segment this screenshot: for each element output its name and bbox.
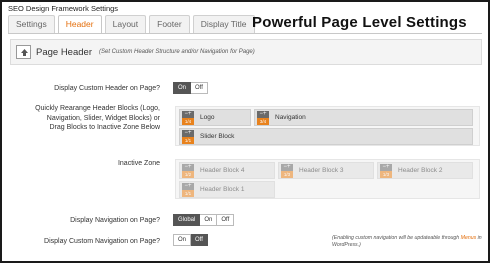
block-fraction: 1/4 bbox=[182, 118, 194, 125]
custom-header-on-button[interactable]: On bbox=[173, 82, 192, 94]
block-label: Navigation bbox=[275, 114, 306, 121]
promo-heading: Powerful Page Level Settings bbox=[252, 14, 467, 31]
inactive-zone: −+ 1/2 Header Block 4 −+ 1/3 Header Bloc… bbox=[175, 159, 480, 199]
section-subtitle: (Set Custom Header Structure and/or Navi… bbox=[99, 49, 255, 55]
custom-navigation-label: Display Custom Navigation on Page? bbox=[44, 238, 160, 245]
block-fraction: 1/1 bbox=[182, 137, 194, 144]
inactive-header-block-3[interactable]: −+ 1/3 Header Block 3 bbox=[278, 162, 374, 179]
block-label: Header Block 3 bbox=[299, 167, 344, 174]
window-title: SEO Design Framework Settings bbox=[8, 4, 119, 13]
header-block-slider[interactable]: −+ 1/1 Slider Block bbox=[179, 128, 473, 145]
navigation-on-button[interactable]: On bbox=[200, 214, 218, 226]
resize-control[interactable]: −+ bbox=[380, 164, 392, 171]
resize-control[interactable]: −+ bbox=[182, 164, 194, 171]
block-label: Slider Block bbox=[200, 133, 235, 140]
custom-navigation-note: (Enabling custom navigation will be upda… bbox=[332, 235, 482, 248]
block-size-badge: −+ 1/2 bbox=[182, 164, 194, 178]
resize-control[interactable]: −+ bbox=[281, 164, 293, 171]
inactive-header-block-2[interactable]: −+ 1/3 Header Block 2 bbox=[377, 162, 473, 179]
tab-layout[interactable]: Layout bbox=[104, 15, 147, 33]
display-navigation-toggle: Global On Off bbox=[173, 214, 235, 226]
tab-bar: Settings Header Layout Footer Display Ti… bbox=[8, 15, 258, 34]
block-size-badge: −+ 1/1 bbox=[182, 130, 194, 144]
resize-control[interactable]: −+ bbox=[182, 130, 194, 137]
display-navigation-label: Display Navigation on Page? bbox=[70, 217, 160, 224]
block-size-badge: −+ 1/3 bbox=[281, 164, 293, 178]
block-fraction: 3/4 bbox=[257, 118, 269, 125]
tab-settings[interactable]: Settings bbox=[8, 15, 55, 33]
block-size-badge: −+ 3/4 bbox=[257, 111, 269, 125]
block-label: Logo bbox=[200, 114, 215, 121]
navigation-off-button[interactable]: Off bbox=[217, 214, 235, 226]
block-fraction: 1/1 bbox=[182, 190, 194, 197]
header-block-logo[interactable]: −+ 1/4 Logo bbox=[179, 109, 251, 126]
inactive-header-block-1[interactable]: −+ 1/1 Header Block 1 bbox=[179, 181, 275, 198]
custom-navigation-off-button[interactable]: Off bbox=[191, 234, 208, 246]
block-fraction: 1/2 bbox=[182, 171, 194, 178]
block-label: Header Block 1 bbox=[200, 186, 245, 193]
block-label: Header Block 4 bbox=[200, 167, 245, 174]
upload-icon bbox=[16, 45, 31, 59]
section-header: Page Header (Set Custom Header Structure… bbox=[10, 39, 482, 65]
resize-control[interactable]: −+ bbox=[182, 111, 194, 118]
custom-header-label: Display Custom Header on Page? bbox=[54, 85, 160, 92]
tab-display-title[interactable]: Display Title bbox=[192, 15, 255, 33]
header-block-navigation[interactable]: −+ 3/4 Navigation bbox=[254, 109, 473, 126]
tab-header[interactable]: Header bbox=[57, 15, 102, 34]
block-size-badge: −+ 1/1 bbox=[182, 183, 194, 197]
rearrange-label: Quickly Rearange Header Blocks (Logo, Na… bbox=[35, 105, 160, 131]
inactive-header-block-4[interactable]: −+ 1/2 Header Block 4 bbox=[179, 162, 275, 179]
menus-link[interactable]: Menus bbox=[461, 235, 477, 241]
resize-control[interactable]: −+ bbox=[182, 183, 194, 190]
block-fraction: 1/3 bbox=[380, 171, 392, 178]
resize-control[interactable]: −+ bbox=[257, 111, 269, 118]
custom-header-toggle: On Off bbox=[173, 82, 208, 94]
custom-navigation-toggle: On Off bbox=[173, 234, 208, 246]
block-size-badge: −+ 1/3 bbox=[380, 164, 392, 178]
section-title: Page Header bbox=[36, 47, 92, 58]
settings-window: SEO Design Framework Settings Settings H… bbox=[0, 0, 490, 263]
block-fraction: 1/3 bbox=[281, 171, 293, 178]
active-zone: −+ 1/4 Logo −+ 3/4 Navigation −+ 1/1 Sli… bbox=[175, 106, 480, 146]
tab-footer[interactable]: Footer bbox=[149, 15, 190, 33]
navigation-global-button[interactable]: Global bbox=[173, 214, 201, 226]
block-label: Header Block 2 bbox=[398, 167, 443, 174]
custom-header-off-button[interactable]: Off bbox=[191, 82, 208, 94]
custom-navigation-on-button[interactable]: On bbox=[173, 234, 192, 246]
inactive-zone-label: Inactive Zone bbox=[117, 160, 160, 167]
block-size-badge: −+ 1/4 bbox=[182, 111, 194, 125]
tab-divider bbox=[8, 33, 482, 34]
